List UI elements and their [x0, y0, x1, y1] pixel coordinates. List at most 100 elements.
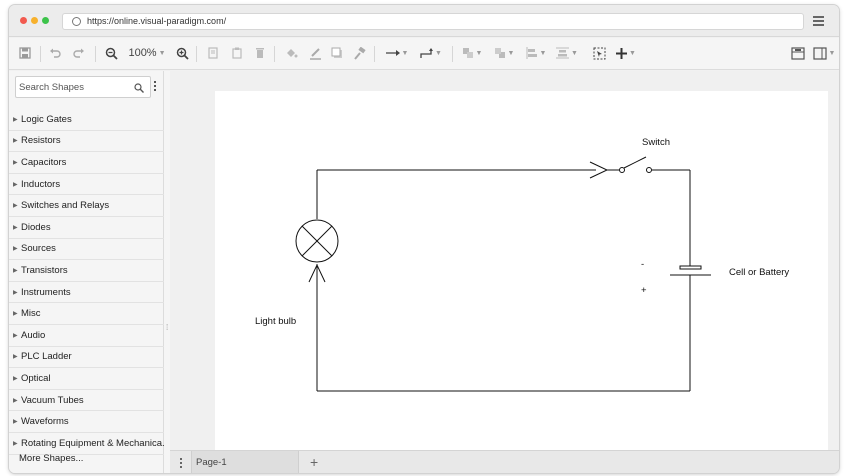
paste-icon: [232, 47, 242, 59]
minimize-window-button[interactable]: [31, 17, 38, 24]
page-menu-icon[interactable]: [180, 458, 183, 470]
add-dropdown[interactable]: ▼: [613, 45, 639, 61]
category-switches-and-relays[interactable]: ▶ Switches and Relays: [9, 195, 164, 217]
fill-color-button[interactable]: [283, 45, 299, 61]
chevron-down-icon: ▼: [475, 49, 483, 57]
format-panel-button[interactable]: [790, 45, 806, 61]
switch-label[interactable]: Switch: [642, 137, 670, 148]
caret-right-icon: ▶: [13, 267, 18, 274]
undo-icon: [50, 48, 61, 58]
category-transistors[interactable]: ▶ Transistors: [9, 260, 164, 282]
category-label: Optical: [21, 372, 51, 384]
switch-symbol[interactable]: [607, 156, 661, 173]
connector-icon: [385, 50, 400, 56]
battery-symbol[interactable]: [670, 265, 711, 276]
shadow-icon: [331, 47, 342, 58]
more-shapes-link[interactable]: More Shapes...: [19, 453, 83, 464]
to-back-dropdown[interactable]: ▼: [491, 45, 517, 61]
zoom-out-icon: [105, 47, 118, 60]
save-icon: [19, 47, 31, 59]
line-color-button[interactable]: [307, 45, 323, 61]
category-inductors[interactable]: ▶ Inductors: [9, 174, 164, 196]
category-diodes[interactable]: ▶ Diodes: [9, 217, 164, 239]
page-info-icon: [72, 17, 81, 26]
delete-button[interactable]: [253, 45, 267, 61]
category-optical[interactable]: ▶ Optical: [9, 368, 164, 390]
zoom-level-dropdown[interactable]: 100% ▼: [125, 45, 169, 61]
align-dropdown[interactable]: ▼: [523, 45, 549, 61]
category-rotating-equipment[interactable]: ▶ Rotating Equipment & Mechanica...: [9, 433, 164, 455]
add-icon: [616, 47, 628, 59]
tab-page-1[interactable]: Page-1: [191, 451, 299, 473]
copy-button[interactable]: [206, 45, 220, 61]
caret-right-icon: ▶: [13, 289, 18, 296]
diagram-page[interactable]: Switch Cell or Battery Light bulb - +: [215, 91, 828, 450]
category-waveforms[interactable]: ▶ Waveforms: [9, 411, 164, 433]
search-input[interactable]: [19, 80, 129, 94]
select-button[interactable]: [591, 45, 607, 61]
caret-right-icon: ▶: [13, 181, 18, 188]
category-instruments[interactable]: ▶ Instruments: [9, 282, 164, 304]
select-icon: [593, 47, 605, 59]
category-plc-ladder[interactable]: ▶ PLC Ladder: [9, 347, 164, 369]
category-label: Rotating Equipment & Mechanica...: [21, 437, 164, 449]
caret-right-icon: ▶: [13, 354, 18, 361]
category-label: Transistors: [21, 264, 68, 276]
shapes-sidebar: ▶Logic Gates ▶Resistors ▶Capacitors ▶Ind…: [9, 71, 164, 473]
category-capacitors[interactable]: ▶ Capacitors: [9, 152, 164, 174]
sidebar-menu-icon[interactable]: [154, 81, 157, 93]
chevron-down-icon: ▼: [629, 49, 636, 57]
category-label: PLC Ladder: [21, 351, 72, 363]
redo-icon: [73, 48, 84, 58]
add-page-icon[interactable]: +: [310, 454, 318, 470]
to-front-dropdown[interactable]: ▼: [459, 45, 485, 61]
undo-button[interactable]: [47, 45, 63, 61]
search-icon[interactable]: [134, 83, 144, 93]
category-misc[interactable]: ▶ Misc: [9, 303, 164, 325]
maximize-window-button[interactable]: [42, 17, 49, 24]
zoom-in-button[interactable]: [174, 45, 190, 61]
battery-minus-label[interactable]: -: [641, 259, 644, 270]
category-logic-gates[interactable]: ▶ Logic Gates: [9, 109, 164, 131]
distribute-dropdown[interactable]: ▼: [554, 45, 580, 61]
light-bulb-symbol[interactable]: [295, 219, 339, 263]
close-window-button[interactable]: [20, 17, 27, 24]
align-icon: [526, 47, 537, 59]
search-box[interactable]: [15, 76, 151, 98]
format-painter-button[interactable]: [351, 45, 367, 61]
category-vacuum-tubes[interactable]: ▶ Vacuum Tubes: [9, 390, 164, 412]
category-label: Audio: [21, 329, 46, 341]
connector-style-dropdown[interactable]: ▼: [383, 45, 411, 61]
panel-icon: [791, 46, 805, 60]
chevron-down-icon: ▼: [435, 49, 442, 57]
caret-right-icon: ▶: [13, 419, 18, 426]
diagram-canvas[interactable]: Switch Cell or Battery Light bulb - +: [170, 71, 839, 450]
paste-button[interactable]: [230, 45, 244, 61]
address-bar[interactable]: https://online.visual-paradigm.com/: [62, 13, 804, 30]
category-label: Resistors: [21, 135, 61, 147]
redo-button[interactable]: [71, 45, 87, 61]
category-resistors[interactable]: ▶ Resistors: [9, 131, 164, 153]
layout-dropdown[interactable]: ▼: [811, 45, 837, 61]
delete-icon: [256, 48, 264, 58]
category-audio[interactable]: ▶ Audio: [9, 325, 164, 347]
category-sources[interactable]: ▶ Sources: [9, 239, 164, 261]
category-label: Diodes: [21, 221, 51, 233]
save-button[interactable]: [17, 45, 33, 61]
battery-label[interactable]: Cell or Battery: [729, 267, 789, 278]
light-bulb-label[interactable]: Light bulb: [255, 316, 296, 327]
splitter-handle-icon[interactable]: ⁞: [166, 323, 168, 332]
battery-plus-label[interactable]: +: [641, 285, 647, 296]
fill-color-icon: [286, 49, 297, 58]
chevron-down-icon: ▼: [539, 49, 547, 57]
shadow-button[interactable]: [329, 45, 345, 61]
hamburger-menu-icon[interactable]: [813, 16, 824, 26]
to-front-icon: [462, 48, 473, 58]
caret-right-icon: ▶: [13, 138, 18, 145]
zoom-out-button[interactable]: [103, 45, 119, 61]
waypoint-style-dropdown[interactable]: ▼: [417, 45, 445, 61]
caret-right-icon: ▶: [13, 246, 18, 253]
category-label: Waveforms: [21, 416, 69, 428]
chevron-down-icon: ▼: [158, 49, 166, 57]
zoom-level: 100%: [128, 47, 157, 59]
